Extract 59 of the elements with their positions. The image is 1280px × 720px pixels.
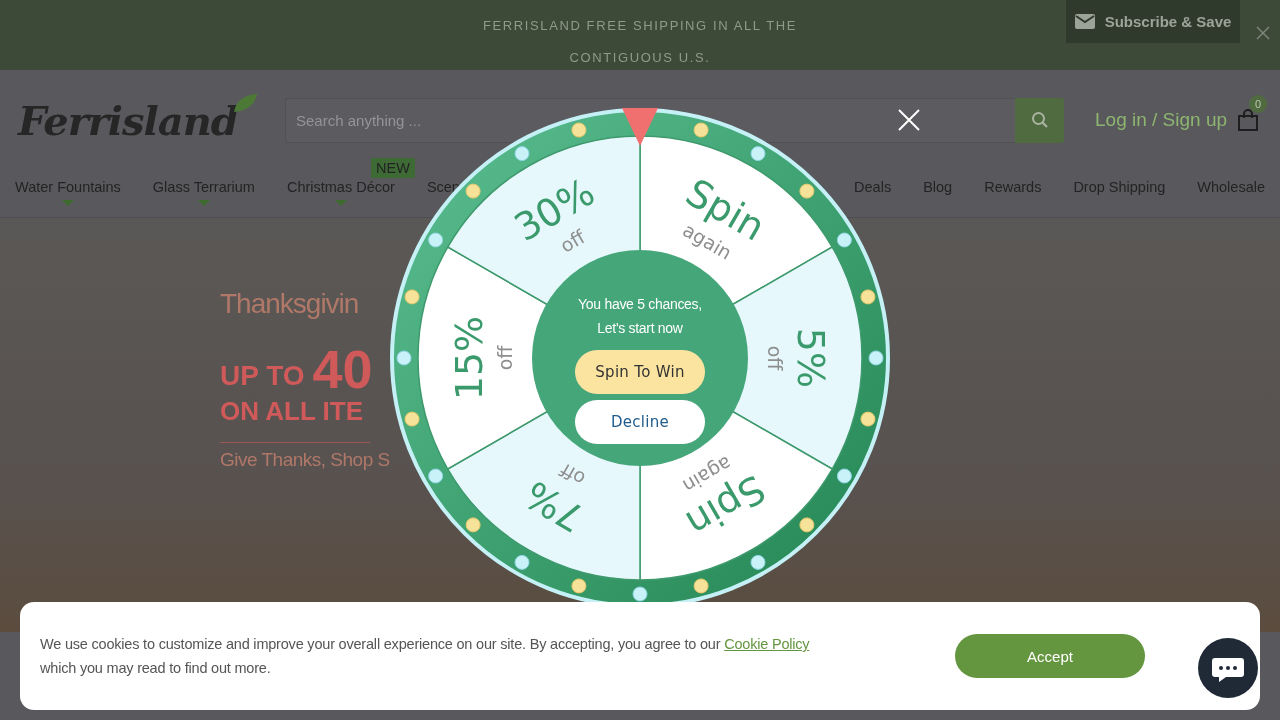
cookie-notice-text: We use cookies to customize and improve your overall experience on our site. By accepting, you agree to our Cookie Policy which you may read to find out more. [40, 635, 811, 678]
nav-menu-item[interactable]: Glass Terrarium [152, 179, 255, 195]
search-icon [1030, 111, 1049, 129]
nav-menu-item[interactable]: Water Fountains [15, 179, 121, 195]
nav-menu-item[interactable]: Rewards [984, 179, 1042, 195]
decline-button[interactable]: Decline [575, 400, 705, 444]
light-bulb-icon [404, 411, 420, 427]
light-bulb-icon [693, 578, 709, 594]
login-signup-link[interactable]: Log in / Sign up [1095, 109, 1228, 131]
prize-note: off [764, 345, 786, 371]
logo[interactable]: Ferrisland [18, 96, 238, 144]
prize-note: off [556, 459, 589, 491]
nav-menu-item[interactable]: Wholesale [1197, 179, 1265, 195]
light-bulb-icon [868, 350, 884, 366]
light-bulb-icon [514, 554, 530, 570]
light-bulb-icon [693, 122, 709, 138]
prize-note: off [494, 345, 516, 371]
nav-menu-item[interactable]: Christmas Décor [286, 179, 395, 195]
spin-to-win-button[interactable]: Spin To Win [575, 350, 705, 394]
light-bulb-icon [396, 350, 412, 366]
light-bulb-icon [750, 554, 766, 570]
light-bulb-icon [514, 146, 530, 162]
light-bulb-icon [632, 586, 648, 602]
light-bulb-icon [750, 146, 766, 162]
light-bulb-icon [571, 122, 587, 138]
envelope-icon [1074, 14, 1095, 29]
search-button[interactable] [1015, 97, 1064, 143]
light-bulb-icon [428, 468, 444, 484]
light-bulb-icon [428, 232, 444, 248]
new-badge: NEW [371, 158, 415, 178]
light-bulb-icon [836, 468, 852, 484]
cookie-policy-link[interactable]: Cookie Policy [724, 636, 810, 652]
light-bulb-icon [465, 183, 481, 199]
nav-menu-item[interactable]: Drop Shipping [1073, 179, 1166, 195]
light-bulb-icon [836, 232, 852, 248]
light-bulb-icon [799, 183, 815, 199]
prize-label: 5% [789, 327, 833, 389]
subscribe-button[interactable]: Subscribe & Save [1066, 0, 1240, 43]
shopping-bag-icon[interactable] [1237, 109, 1260, 131]
banner-tagline: Give Thanks, Shop S [220, 449, 390, 471]
light-bulb-icon [465, 517, 481, 533]
announcement-text: FERRISLAND FREE SHIPPING IN ALL THE CONTIGUOUS U.S. [482, 17, 798, 67]
light-bulb-icon [860, 411, 876, 427]
light-bulb-icon [571, 578, 587, 594]
light-bulb-icon [404, 289, 420, 305]
nav-menu-item[interactable]: Blog [923, 179, 953, 195]
light-bulb-icon [799, 517, 815, 533]
offer-prefix: UP TO [220, 360, 305, 392]
banner-title: Thanksgivin [220, 288, 359, 320]
accept-button[interactable]: Accept [955, 634, 1145, 678]
offer-line: ON ALL ITE [220, 396, 363, 426]
chances-message: You have 5 chances, Let's start now [577, 295, 703, 338]
nav-menu-item[interactable]: Deals [854, 179, 892, 195]
chat-bubble-icon[interactable] [1198, 638, 1258, 698]
pointer-icon [622, 108, 658, 146]
cart-count-badge: 0 [1249, 95, 1268, 113]
light-bulb-icon [860, 289, 876, 305]
prize-label: 15% [447, 315, 491, 401]
offer-value: 40 [312, 342, 373, 396]
